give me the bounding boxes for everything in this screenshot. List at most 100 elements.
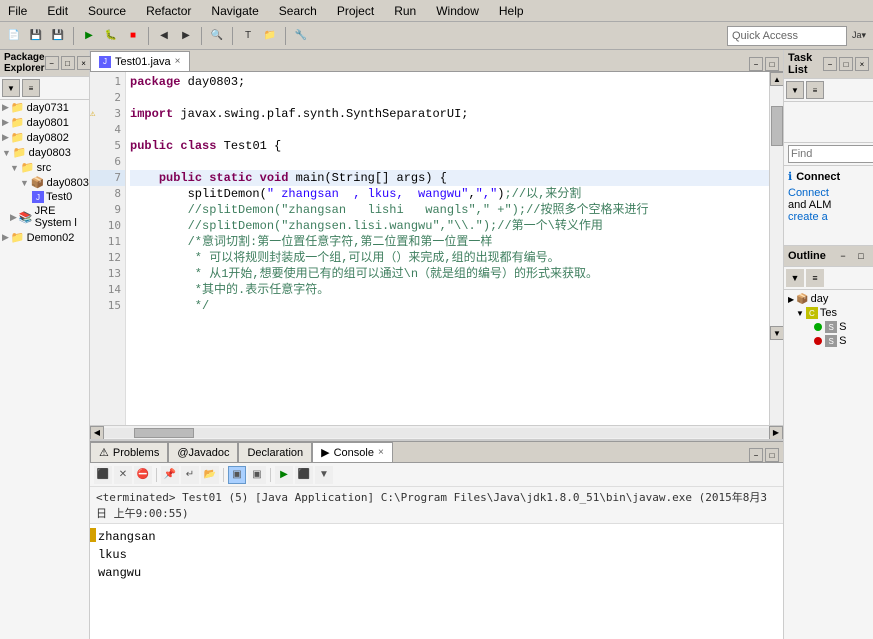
- outline-item-day[interactable]: ▶ 📦 day: [786, 292, 871, 306]
- find-input[interactable]: [788, 145, 873, 163]
- task-list-minimize[interactable]: −: [823, 57, 837, 71]
- pe-btn-1[interactable]: ▼: [2, 79, 20, 97]
- console-btn-b[interactable]: ▣: [248, 466, 266, 484]
- quick-access-text: Quick Access: [732, 30, 798, 42]
- outline-field2-icon: S: [825, 335, 837, 347]
- toolbar-open-resource[interactable]: 📁: [260, 26, 280, 46]
- outline-maximize[interactable]: □: [853, 248, 869, 264]
- menu-edit[interactable]: Edit: [43, 2, 72, 20]
- menu-refactor[interactable]: Refactor: [142, 2, 195, 20]
- toolbar-forward[interactable]: ▶: [176, 26, 196, 46]
- toolbar-search[interactable]: 🔍: [207, 26, 227, 46]
- pe-btn-2[interactable]: ≡: [22, 79, 40, 97]
- scroll-down-btn[interactable]: ▼: [770, 326, 783, 340]
- console-sep-3: [270, 468, 271, 482]
- outline-field2-label: S: [839, 335, 846, 347]
- console-clear-btn[interactable]: ⛔: [134, 466, 152, 484]
- toolbar: 📄 💾 💾 ▶ 🐛 ■ ◀ ▶ 🔍 T 📁 🔧 Quick Access Ja▾: [0, 22, 873, 50]
- tree-item-src[interactable]: ▼ 📁 src: [0, 160, 89, 175]
- console-btn-a[interactable]: ▣: [228, 466, 246, 484]
- pe-minimize[interactable]: −: [45, 56, 59, 70]
- toolbar-stop[interactable]: ■: [123, 26, 143, 46]
- console-scroll-lock-btn[interactable]: 📌: [161, 466, 179, 484]
- task-list-btn-1[interactable]: ▼: [786, 81, 804, 99]
- outline-minimize[interactable]: −: [835, 248, 851, 264]
- tree-item-jre[interactable]: ▶ 📚 JRE System l: [0, 204, 89, 230]
- task-list-close[interactable]: ×: [855, 57, 869, 71]
- toolbar-save-all[interactable]: 💾: [48, 26, 68, 46]
- tree-item-day0803[interactable]: ▼ 📁 day0803: [0, 145, 89, 160]
- menu-navigate[interactable]: Navigate: [207, 2, 262, 20]
- toolbar-new[interactable]: 📄: [4, 26, 24, 46]
- console-open-btn[interactable]: 📂: [201, 466, 219, 484]
- create-link[interactable]: create a: [788, 211, 869, 223]
- menu-help[interactable]: Help: [495, 2, 528, 20]
- editor-scrollbar-h[interactable]: ◀ ▶: [90, 425, 783, 439]
- outline-btn-2[interactable]: ≡: [806, 269, 824, 287]
- task-list-btn-2[interactable]: ≡: [806, 81, 824, 99]
- line-num-4: 4: [90, 122, 125, 138]
- outline-item-tes[interactable]: ▼ C Tes: [786, 306, 871, 320]
- tree-item-day0802[interactable]: ▶ 📁 day0802: [0, 130, 89, 145]
- toolbar-java-icon[interactable]: Ja▾: [849, 26, 869, 46]
- scroll-right-btn[interactable]: ▶: [769, 426, 783, 440]
- console-stop-btn[interactable]: ⬛: [94, 466, 112, 484]
- console-output[interactable]: zhangsan lkus wangwu: [90, 524, 783, 639]
- code-line-3: import javax.swing.plaf.synth.SynthSepar…: [130, 106, 769, 122]
- tab-problems[interactable]: ⚠ Problems: [90, 442, 168, 462]
- tree-label: day0731: [27, 102, 69, 114]
- quick-access-bar[interactable]: Quick Access: [727, 26, 847, 46]
- menu-run[interactable]: Run: [390, 2, 420, 20]
- editor-tab-test01[interactable]: J Test01.java ×: [90, 51, 190, 71]
- menu-project[interactable]: Project: [333, 2, 378, 20]
- toolbar-debug[interactable]: 🐛: [101, 26, 121, 46]
- menu-file[interactable]: File: [4, 2, 31, 20]
- console-word-wrap-btn[interactable]: ↵: [181, 466, 199, 484]
- toolbar-refactor[interactable]: 🔧: [291, 26, 311, 46]
- console-remove-btn[interactable]: ✕: [114, 466, 132, 484]
- outline-btn-1[interactable]: ▼: [786, 269, 804, 287]
- scroll-up-btn[interactable]: ▲: [770, 72, 783, 86]
- tree-item-demon02[interactable]: ▶ 📁 Demon02: [0, 230, 89, 245]
- console-sep-1: [156, 468, 157, 482]
- console-panel-maximize[interactable]: □: [765, 448, 779, 462]
- editor-maximize[interactable]: □: [765, 57, 779, 71]
- tree-item-test01[interactable]: J Test0: [0, 190, 89, 204]
- scroll-thumb-v[interactable]: [771, 106, 783, 146]
- task-list-maximize[interactable]: □: [839, 57, 853, 71]
- code-editor[interactable]: 1 2 3 ⚠ 4 5 6 7 8 9 10 11 12 13 14: [90, 72, 783, 439]
- tab-close-btn[interactable]: ×: [175, 56, 181, 67]
- menu-window[interactable]: Window: [432, 2, 483, 20]
- toolbar-back[interactable]: ◀: [154, 26, 174, 46]
- toolbar-open-type[interactable]: T: [238, 26, 258, 46]
- console-tab-close[interactable]: ×: [378, 447, 384, 458]
- tree-item-package[interactable]: ▼ 📦 day0803: [0, 175, 89, 190]
- tree-item-day0731[interactable]: ▶ 📁 day0731: [0, 100, 89, 115]
- scroll-track-h[interactable]: [104, 428, 769, 438]
- tab-javadoc[interactable]: @Javadoc: [168, 442, 238, 462]
- toolbar-save[interactable]: 💾: [26, 26, 46, 46]
- console-panel-minimize[interactable]: −: [749, 448, 763, 462]
- console-menu-btn[interactable]: ▼: [315, 466, 333, 484]
- outline-item-field2[interactable]: S S: [786, 334, 871, 348]
- tab-console[interactable]: ▶ Console ×: [312, 442, 393, 462]
- line-num-5: 5: [90, 138, 125, 154]
- pe-maximize[interactable]: □: [61, 56, 75, 70]
- console-debug-btn[interactable]: ⬛: [295, 466, 313, 484]
- console-run-btn[interactable]: ▶: [275, 466, 293, 484]
- toolbar-sep-2: [148, 27, 149, 45]
- editor-scrollbar-v[interactable]: ▲ ▼: [769, 72, 783, 425]
- scroll-left-btn[interactable]: ◀: [90, 426, 104, 440]
- pe-close[interactable]: ×: [77, 56, 91, 70]
- menu-source[interactable]: Source: [84, 2, 130, 20]
- tree-item-day0801[interactable]: ▶ 📁 day0801: [0, 115, 89, 130]
- editor-minimize[interactable]: −: [749, 57, 763, 71]
- scroll-thumb-h[interactable]: [134, 428, 194, 438]
- menu-search[interactable]: Search: [275, 2, 321, 20]
- outline-item-field1[interactable]: S S: [786, 320, 871, 334]
- connect-link[interactable]: Connect: [788, 187, 869, 199]
- line-numbers: 1 2 3 ⚠ 4 5 6 7 8 9 10 11 12 13 14: [90, 72, 126, 425]
- toolbar-run[interactable]: ▶: [79, 26, 99, 46]
- code-lines[interactable]: package day0803; import javax.swing.plaf…: [126, 72, 769, 425]
- tab-declaration[interactable]: Declaration: [238, 442, 312, 462]
